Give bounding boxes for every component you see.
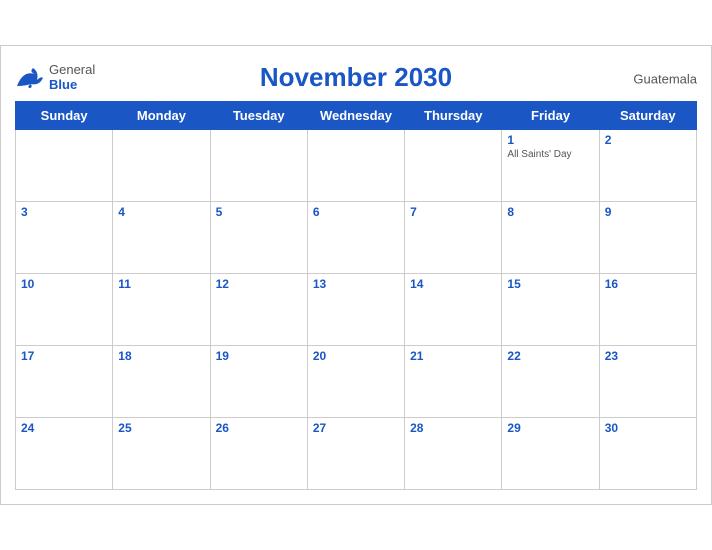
calendar-week-5: 24 25 26 27 28 29 30 [16,418,697,490]
calendar-cell: 5 [210,202,307,274]
calendar-cell: 18 [113,346,210,418]
day-number: 28 [410,421,496,435]
calendar-cell: 4 [113,202,210,274]
day-number: 18 [118,349,204,363]
calendar-cell: 14 [405,274,502,346]
logo: General Blue [15,63,95,92]
calendar-cell: 3 [16,202,113,274]
calendar-cell: 16 [599,274,696,346]
day-number: 16 [605,277,691,291]
calendar-cell: 25 [113,418,210,490]
calendar-title: November 2030 [260,62,452,93]
logo-bird-icon [15,66,45,90]
day-number: 1 [507,133,593,147]
calendar-cell: 17 [16,346,113,418]
day-number: 20 [313,349,399,363]
day-number: 8 [507,205,593,219]
calendar-cell: 23 [599,346,696,418]
calendar-cell: 21 [405,346,502,418]
day-number: 10 [21,277,107,291]
weekday-header-friday: Friday [502,102,599,130]
calendar-cell [405,130,502,202]
day-number: 13 [313,277,399,291]
day-number: 25 [118,421,204,435]
calendar-cell: 27 [307,418,404,490]
day-number: 7 [410,205,496,219]
calendar-grid: SundayMondayTuesdayWednesdayThursdayFrid… [15,101,697,490]
calendar-cell: 2 [599,130,696,202]
weekday-header-thursday: Thursday [405,102,502,130]
day-number: 6 [313,205,399,219]
weekday-header-monday: Monday [113,102,210,130]
calendar-cell: 7 [405,202,502,274]
weekday-header-saturday: Saturday [599,102,696,130]
calendar-week-4: 17 18 19 20 21 22 23 [16,346,697,418]
calendar-week-3: 10 11 12 13 14 15 16 [16,274,697,346]
calendar-cell [307,130,404,202]
day-number: 24 [21,421,107,435]
day-number: 3 [21,205,107,219]
calendar-week-1: 1 All Saints' Day 2 [16,130,697,202]
day-number: 29 [507,421,593,435]
day-number: 14 [410,277,496,291]
day-number: 11 [118,277,204,291]
calendar-cell: 20 [307,346,404,418]
logo-text: General Blue [49,63,95,92]
calendar-header: General Blue November 2030 Guatemala [15,56,697,101]
calendar-cell: 12 [210,274,307,346]
day-number: 5 [216,205,302,219]
calendar: General Blue November 2030 Guatemala Sun… [0,45,712,505]
day-number: 30 [605,421,691,435]
day-number: 26 [216,421,302,435]
day-number: 15 [507,277,593,291]
day-number: 19 [216,349,302,363]
calendar-cell: 15 [502,274,599,346]
day-number: 21 [410,349,496,363]
logo-blue: Blue [49,78,95,92]
calendar-cell: 29 [502,418,599,490]
calendar-cell: 28 [405,418,502,490]
calendar-cell: 11 [113,274,210,346]
day-number: 23 [605,349,691,363]
calendar-cell: 26 [210,418,307,490]
calendar-country: Guatemala [633,71,697,86]
calendar-cell: 8 [502,202,599,274]
day-number: 2 [605,133,691,147]
calendar-cell [210,130,307,202]
calendar-cell: 19 [210,346,307,418]
weekday-header-sunday: Sunday [16,102,113,130]
day-number: 9 [605,205,691,219]
weekday-header-tuesday: Tuesday [210,102,307,130]
calendar-cell: 1 All Saints' Day [502,130,599,202]
calendar-cell [113,130,210,202]
calendar-cell [16,130,113,202]
calendar-cell: 10 [16,274,113,346]
calendar-cell: 6 [307,202,404,274]
calendar-cell: 24 [16,418,113,490]
day-event: All Saints' Day [507,149,593,160]
day-number: 12 [216,277,302,291]
calendar-cell: 9 [599,202,696,274]
logo-general: General [49,63,95,77]
day-number: 27 [313,421,399,435]
day-number: 22 [507,349,593,363]
weekday-header-wednesday: Wednesday [307,102,404,130]
calendar-cell: 13 [307,274,404,346]
calendar-cell: 22 [502,346,599,418]
weekday-header-row: SundayMondayTuesdayWednesdayThursdayFrid… [16,102,697,130]
day-number: 17 [21,349,107,363]
calendar-cell: 30 [599,418,696,490]
day-number: 4 [118,205,204,219]
calendar-week-2: 3456789 [16,202,697,274]
